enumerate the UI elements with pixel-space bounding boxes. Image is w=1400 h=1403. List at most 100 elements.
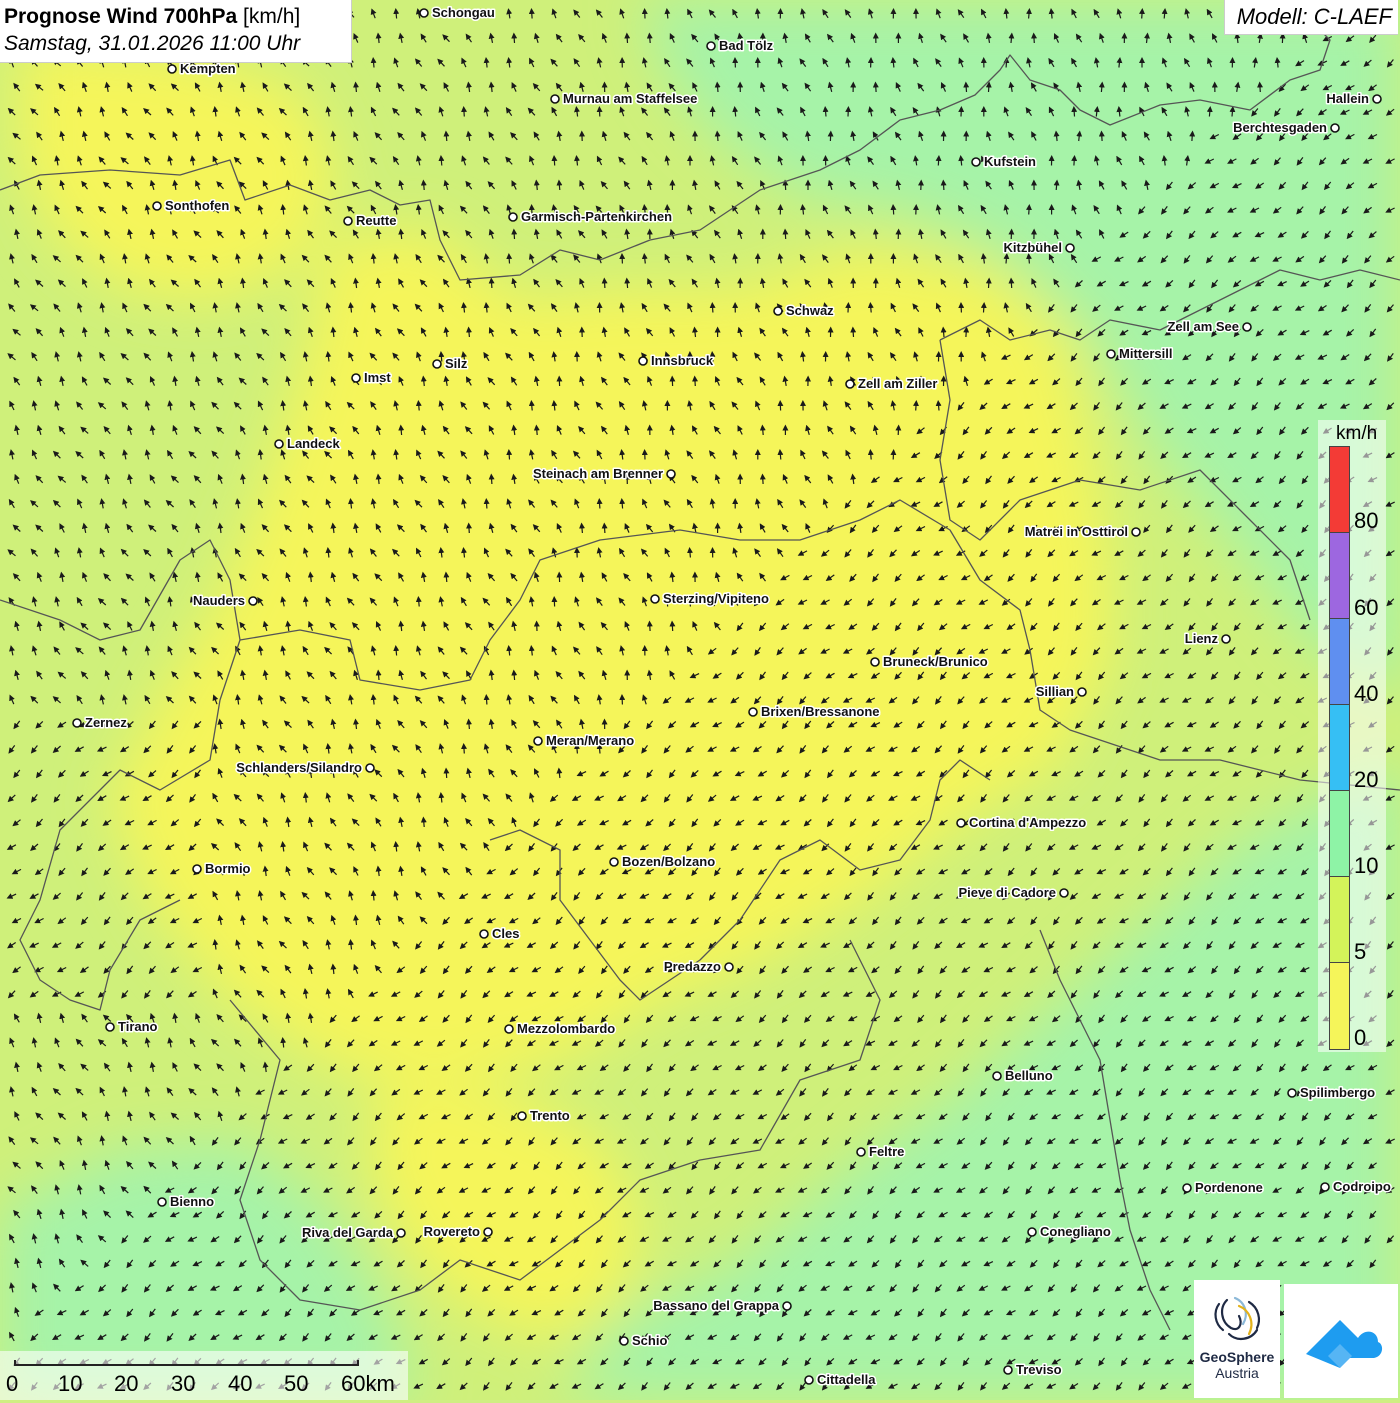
city-label: Innsbruck [651, 353, 714, 368]
scale-label: 60km [341, 1371, 395, 1397]
wind-arrow [1034, 34, 1035, 43]
city-marker[interactable]: Sonthofen [153, 198, 229, 213]
wind-arrow [712, 304, 713, 313]
wind-arrow [378, 671, 379, 680]
city-marker[interactable]: Conegliano [1028, 1224, 1111, 1239]
wind-arrow [418, 598, 419, 607]
city-marker[interactable]: Schongau [420, 5, 495, 20]
legend-tick-label: 40 [1354, 681, 1378, 707]
wind-arrow [649, 34, 650, 43]
city-dot-icon [1288, 1089, 1296, 1097]
wind-arrow [966, 328, 967, 337]
wind-arrow [650, 622, 651, 631]
legend-tick-label: 60 [1354, 595, 1378, 621]
wind-arrow [1192, 132, 1193, 141]
geosphere-logo[interactable]: GeoSphere Austria [1194, 1280, 1280, 1398]
wind-arrow [690, 549, 691, 558]
city-label: Rovereto [424, 1224, 480, 1239]
city-dot-icon [534, 737, 542, 745]
city-marker[interactable]: Brixen/Bressanone [749, 704, 880, 719]
wind-arrow [672, 622, 673, 631]
scale-label: 10 [58, 1371, 82, 1397]
city-dot-icon [275, 440, 283, 448]
city-label: Belluno [1005, 1068, 1053, 1083]
wind-arrow [870, 451, 871, 460]
city-dot-icon [774, 307, 782, 315]
wind-arrow [1011, 34, 1012, 43]
city-marker[interactable]: Spilimbergo [1288, 1085, 1375, 1100]
city-dot-icon [610, 858, 618, 866]
scale-label: 30 [171, 1371, 195, 1397]
city-marker[interactable]: Matrei in Osttirol [1025, 524, 1140, 539]
wind-arrow [582, 524, 583, 533]
city-marker[interactable]: Zell am Ziller [846, 376, 937, 391]
wind-arrow [604, 524, 605, 533]
wind-arrow [1209, 108, 1210, 117]
city-marker[interactable]: Riva del Garda [302, 1225, 405, 1240]
city-marker[interactable]: Innsbruck [639, 353, 714, 368]
city-dot-icon [1078, 688, 1086, 696]
wind-arrow [876, 83, 877, 92]
scale-label: 40 [228, 1371, 252, 1397]
city-label: Zernez [85, 715, 127, 730]
wind-arrow [514, 671, 515, 680]
city-marker[interactable]: Bassano del Grappa [653, 1298, 791, 1313]
city-label: Sterzing/Vipiteno [663, 591, 769, 606]
wind-arrow [509, 451, 510, 460]
wind-map[interactable]: SchongauBad TölzKemptenMurnau am Staffel… [0, 0, 1400, 1400]
city-marker[interactable]: Pieve di Cadore [958, 885, 1068, 900]
wind-arrow [627, 34, 628, 43]
city-dot-icon [420, 9, 428, 17]
city-dot-icon [352, 374, 360, 382]
wind-arrow [943, 328, 944, 337]
city-marker[interactable]: Pordenone [1183, 1180, 1263, 1195]
city-marker[interactable]: Cortina d'Ampezzo [957, 815, 1086, 830]
city-dot-icon [993, 1072, 1001, 1080]
city-label: Mittersill [1119, 346, 1172, 361]
wind-arrow [916, 402, 917, 411]
wind-arrow [491, 475, 492, 484]
city-label: Feltre [869, 1144, 904, 1159]
city-dot-icon [1331, 124, 1339, 132]
city-dot-icon [397, 1229, 405, 1237]
city-label: Codroipo [1333, 1179, 1391, 1194]
wind-arrow [469, 524, 470, 533]
wind-arrow [356, 83, 357, 92]
city-marker[interactable]: Sterzing/Vipiteno [651, 591, 769, 606]
city-marker[interactable]: Bozen/Bolzano [610, 854, 715, 869]
wind-arrow [491, 279, 492, 288]
city-label: Treviso [1016, 1362, 1062, 1377]
city-marker[interactable]: Berchtesgaden [1233, 120, 1339, 135]
city-marker[interactable]: Steinach am Brenner [533, 466, 675, 481]
city-dot-icon [957, 819, 965, 827]
city-marker[interactable]: Schlanders/Silandro [236, 760, 374, 775]
city-dot-icon [484, 1228, 492, 1236]
city-dot-icon [518, 1112, 526, 1120]
city-marker[interactable]: Zell am See [1167, 319, 1251, 334]
city-marker[interactable]: Meran/Merano [534, 733, 634, 748]
city-label: Lienz [1185, 631, 1219, 646]
legend-segment [1330, 705, 1349, 791]
scale-label: 50 [284, 1371, 308, 1397]
wind-arrow [441, 353, 442, 362]
scale-label: 0 [6, 1371, 18, 1397]
city-label: Silz [445, 356, 468, 371]
city-dot-icon [1183, 1184, 1191, 1192]
legend-segment [1330, 877, 1349, 963]
wind-arrow [373, 59, 374, 68]
city-marker[interactable]: Garmisch-Partenkirchen [509, 209, 672, 224]
city-marker[interactable]: Mezzolombardo [505, 1021, 615, 1036]
wind-arrow [396, 10, 397, 19]
wind-arrow [893, 206, 894, 215]
city-dot-icon [871, 658, 879, 666]
app-logo[interactable] [1284, 1284, 1398, 1398]
wind-arrow [469, 328, 470, 337]
legend-unit: km/h [1336, 423, 1377, 445]
city-label: Bruneck/Brunico [883, 654, 988, 669]
wind-arrow [966, 83, 967, 92]
city-label: Landeck [287, 436, 341, 451]
city-marker[interactable]: Bruneck/Brunico [871, 654, 988, 669]
city-marker[interactable]: Murnau am Staffelsee [551, 91, 697, 106]
wind-arrow [1074, 157, 1075, 166]
geosphere-emblem-icon [1209, 1294, 1265, 1346]
